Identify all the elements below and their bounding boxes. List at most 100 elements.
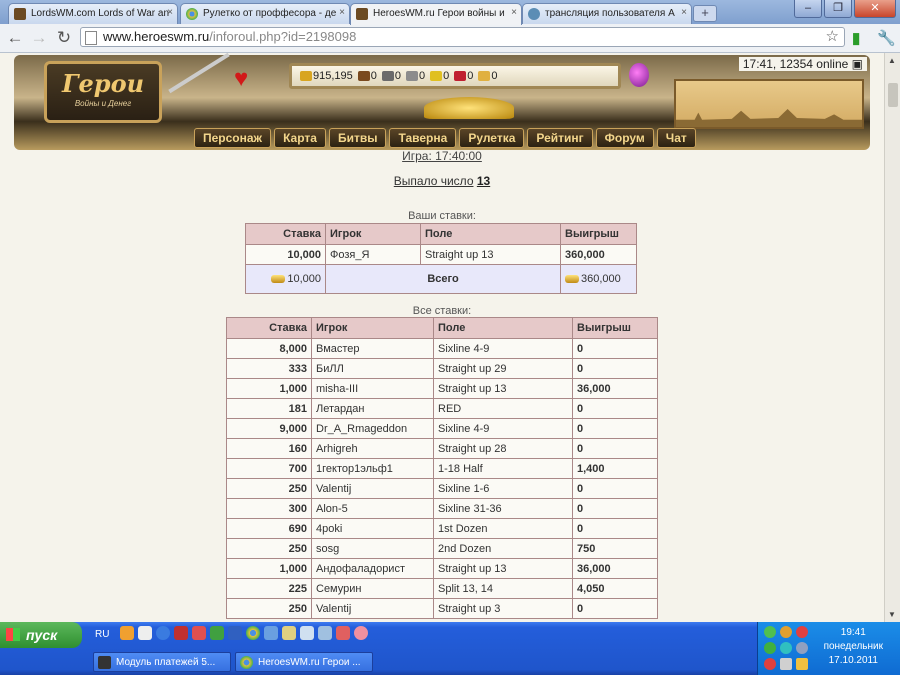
opera-icon[interactable] (192, 626, 206, 640)
tray-icon[interactable] (764, 658, 776, 670)
field-cell: Sixline 4-9 (433, 418, 573, 439)
tray-icon[interactable] (796, 626, 808, 638)
player-cell[interactable]: Фозя_Я (325, 244, 421, 265)
player-cell[interactable]: Семурин (311, 578, 434, 599)
bet-cell: 300 (226, 498, 312, 519)
sulfur-icon (430, 71, 443, 81)
tray-icon[interactable] (780, 642, 792, 654)
player-cell[interactable]: Летардан (311, 398, 434, 419)
app-icon[interactable] (354, 626, 368, 640)
player-cell[interactable]: misha-III (311, 378, 434, 399)
total-bet: 10,000 (287, 273, 321, 285)
tab-lordswm[interactable]: LordsWM.com Lords of War an × (8, 3, 178, 24)
menu-tavern[interactable]: Таверна (389, 128, 457, 148)
menu-map[interactable]: Карта (274, 128, 326, 148)
app-icon[interactable] (318, 626, 332, 640)
app-icon[interactable] (228, 626, 242, 640)
app-icon[interactable] (120, 626, 134, 640)
menu-chat[interactable]: Чат (656, 128, 696, 148)
player-cell[interactable]: Dr_A_Rmageddon (311, 418, 434, 439)
close-icon[interactable]: × (681, 7, 687, 18)
signal-bars-icon[interactable]: ▮ (852, 29, 860, 47)
tray-icon[interactable] (764, 642, 776, 654)
table-row: 10,000 Фозя_Я Straight up 13 360,000 (245, 244, 637, 265)
app-icon[interactable] (336, 626, 350, 640)
maximize-button[interactable]: ❐ (824, 0, 852, 18)
language-indicator[interactable]: RU (95, 629, 109, 640)
clock-date: 17.10.2011 (828, 655, 878, 666)
menu-rating[interactable]: Рейтинг (527, 128, 593, 148)
tray-icon[interactable] (764, 626, 776, 638)
tab-title: HeroesWM.ru Герои войны и (373, 8, 505, 19)
player-cell[interactable]: 4poki (311, 518, 434, 539)
player-cell[interactable]: Андофаладорист (311, 558, 434, 579)
scroll-down-icon[interactable]: ▼ (888, 610, 896, 619)
tray-icon[interactable] (780, 626, 792, 638)
minimize-button[interactable]: – (794, 0, 822, 18)
menu-roulette[interactable]: Рулетка (459, 128, 525, 148)
player-cell[interactable]: 1гектор1эльф1 (311, 458, 434, 479)
network-icon[interactable] (796, 642, 808, 654)
back-arrow-icon[interactable]: ← (5, 28, 25, 48)
player-cell[interactable]: sosg (311, 538, 434, 559)
volume-icon[interactable] (780, 658, 792, 670)
app-icon[interactable] (300, 626, 314, 640)
header-field: Поле (420, 223, 561, 245)
taskbar-button-payments[interactable]: Модуль платежей 5... (93, 652, 231, 672)
player-cell[interactable]: Вмастер (311, 338, 434, 359)
win-cell: 0 (572, 418, 658, 439)
player-cell[interactable]: Alon-5 (311, 498, 434, 519)
ie-icon[interactable] (156, 626, 170, 640)
player-cell[interactable]: Arhigreh (311, 438, 434, 459)
tab-roulette[interactable]: Рулетко от проффесора - де × (180, 3, 350, 24)
tab-heroeswm[interactable]: HeroesWM.ru Герои войны и × (350, 3, 522, 25)
player-cell[interactable]: Valentij (311, 598, 434, 619)
close-icon[interactable]: × (167, 7, 173, 18)
scroll-thumb[interactable] (888, 83, 898, 107)
chrome-icon[interactable] (246, 626, 260, 640)
player-cell[interactable]: БиЛЛ (311, 358, 434, 379)
app-icon[interactable] (210, 626, 224, 640)
menu-character[interactable]: Персонаж (194, 128, 272, 148)
win-cell: 36,000 (572, 558, 658, 579)
city-image[interactable] (674, 79, 864, 129)
taskbar-button-heroeswm[interactable]: HeroesWM.ru Герои ... (235, 652, 373, 672)
resource-sulfur: 0 (430, 66, 449, 86)
game-icon (356, 8, 368, 20)
reload-icon[interactable]: ↻ (54, 28, 74, 48)
app-icon[interactable] (264, 626, 278, 640)
new-tab-button[interactable]: + (693, 5, 717, 22)
app-icon[interactable] (174, 626, 188, 640)
tray-icon[interactable] (796, 658, 808, 670)
game-logo[interactable]: Герои Войны и Денег (44, 61, 162, 123)
bet-cell: 250 (226, 598, 312, 619)
player-cell[interactable]: Valentij (311, 478, 434, 499)
potion-icon[interactable] (629, 63, 649, 87)
game-header: Герои Войны и Денег ♥ 915,195 0 0 0 0 0 … (14, 53, 870, 150)
app-icon[interactable] (138, 626, 152, 640)
heart-icon[interactable]: ♥ (234, 65, 248, 93)
menu-forum[interactable]: Форум (595, 128, 654, 148)
win-cell: 0 (572, 358, 658, 379)
close-icon[interactable]: × (511, 7, 517, 18)
star-icon[interactable]: ☆ (826, 28, 839, 46)
table-row: 250 Valentij Sixline 1-6 0 (226, 478, 658, 499)
app-icon[interactable] (282, 626, 296, 640)
vertical-scrollbar[interactable]: ▲ ▼ (884, 53, 900, 622)
task-label: HeroesWM.ru Герои ... (258, 657, 361, 668)
ore-value: 0 (394, 70, 402, 82)
tab-broadcast[interactable]: трансляция пользователя A × (522, 3, 692, 24)
header-win: Выигрыш (572, 317, 658, 339)
clock[interactable]: 19:41 понедельник 17.10.2011 (824, 626, 883, 668)
start-button[interactable]: пуск (0, 622, 82, 648)
menu-battles[interactable]: Битвы (328, 128, 387, 148)
game-time-link[interactable]: Игра: 17:40:00 (402, 149, 482, 163)
online-icon[interactable]: ▣ (852, 57, 863, 71)
scroll-up-icon[interactable]: ▲ (888, 56, 896, 65)
win-cell: 0 (572, 498, 658, 519)
address-bar[interactable]: www.heroeswm.ru/inforoul.php?id=2198098 … (80, 27, 845, 47)
close-window-button[interactable]: ✕ (854, 0, 896, 18)
wrench-icon[interactable]: 🔧 (877, 29, 896, 47)
close-icon[interactable]: × (339, 7, 345, 18)
forward-arrow-icon[interactable]: → (29, 28, 49, 48)
